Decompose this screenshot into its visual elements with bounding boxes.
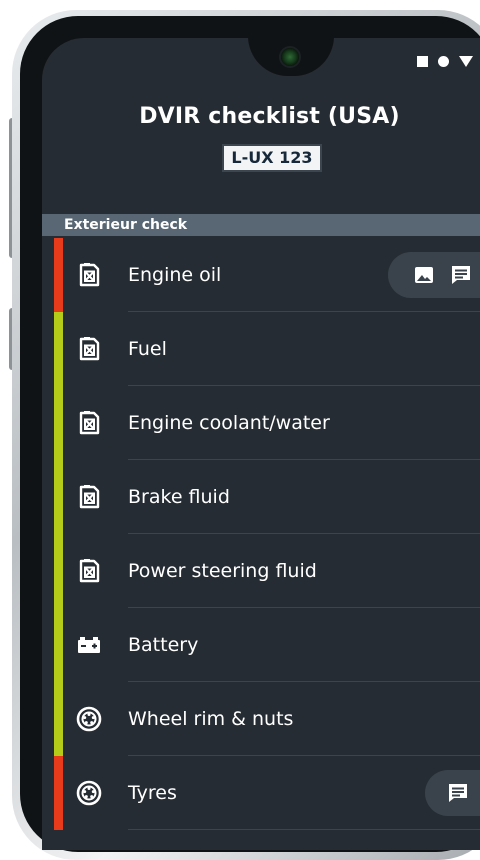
checklist-item[interactable]: Wheel rim & nuts — [42, 682, 480, 756]
camera-notch — [248, 38, 334, 76]
license-plate-badge[interactable]: L-UX 123 — [222, 144, 322, 172]
status-indicator-green — [54, 608, 63, 682]
checklist-item-label: Battery — [128, 634, 199, 656]
fuel-can-icon — [76, 262, 102, 288]
app-screen: DVIR checklist (USA) L-UX 123 Exterieur … — [42, 38, 480, 850]
checklist-item[interactable]: Power steering fluid — [42, 534, 480, 608]
row-divider — [128, 829, 480, 830]
status-indicator-red — [54, 238, 63, 312]
checklist-item-label: Brake fluid — [128, 486, 230, 508]
wheel-icon — [76, 780, 102, 806]
status-indicator-green — [54, 460, 63, 534]
checklist-item-label: Engine oil — [128, 264, 222, 286]
image-icon[interactable] — [414, 265, 434, 285]
back-triangle-icon — [459, 56, 473, 67]
page-title: DVIR checklist (USA) — [139, 104, 400, 129]
checklist: Engine oil Fuel Engine coolant/water Brake … — [42, 238, 480, 830]
checklist-item[interactable]: Tyres — [42, 756, 480, 830]
checklist-item[interactable]: Battery — [42, 608, 480, 682]
status-indicator-green — [54, 682, 63, 756]
fuel-can-icon — [76, 410, 102, 436]
checklist-item-label: Wheel rim & nuts — [128, 708, 294, 730]
status-indicator-green — [54, 312, 63, 386]
status-bar — [417, 56, 473, 67]
phone-bezel: DVIR checklist (USA) L-UX 123 Exterieur … — [20, 16, 480, 852]
status-indicator-red — [54, 756, 63, 830]
checklist-item-label: Engine coolant/water — [128, 412, 330, 434]
checklist-item-label: Power steering fluid — [128, 560, 317, 582]
checklist-item[interactable]: Engine coolant/water — [42, 386, 480, 460]
camera-icon — [281, 48, 299, 66]
item-actions — [388, 252, 480, 298]
section-header: Exterieur check — [42, 214, 480, 236]
item-actions — [425, 770, 480, 816]
wheel-icon — [76, 706, 102, 732]
recent-apps-icon — [417, 56, 428, 67]
checklist-item[interactable]: Engine oil — [42, 238, 480, 312]
home-dot-icon — [438, 56, 449, 67]
fuel-can-icon — [76, 558, 102, 584]
status-indicator-green — [54, 534, 63, 608]
status-indicator-green — [54, 386, 63, 460]
checklist-item-label: Tyres — [128, 782, 177, 804]
fuel-can-icon — [76, 336, 102, 362]
fuel-can-icon — [76, 484, 102, 510]
checklist-item-label: Fuel — [128, 338, 167, 360]
checklist-item[interactable]: Fuel — [42, 312, 480, 386]
comment-icon[interactable] — [447, 782, 469, 804]
checklist-item[interactable]: Brake fluid — [42, 460, 480, 534]
battery-icon — [76, 632, 102, 658]
phone-frame: DVIR checklist (USA) L-UX 123 Exterieur … — [12, 10, 480, 860]
comment-icon[interactable] — [450, 264, 472, 286]
